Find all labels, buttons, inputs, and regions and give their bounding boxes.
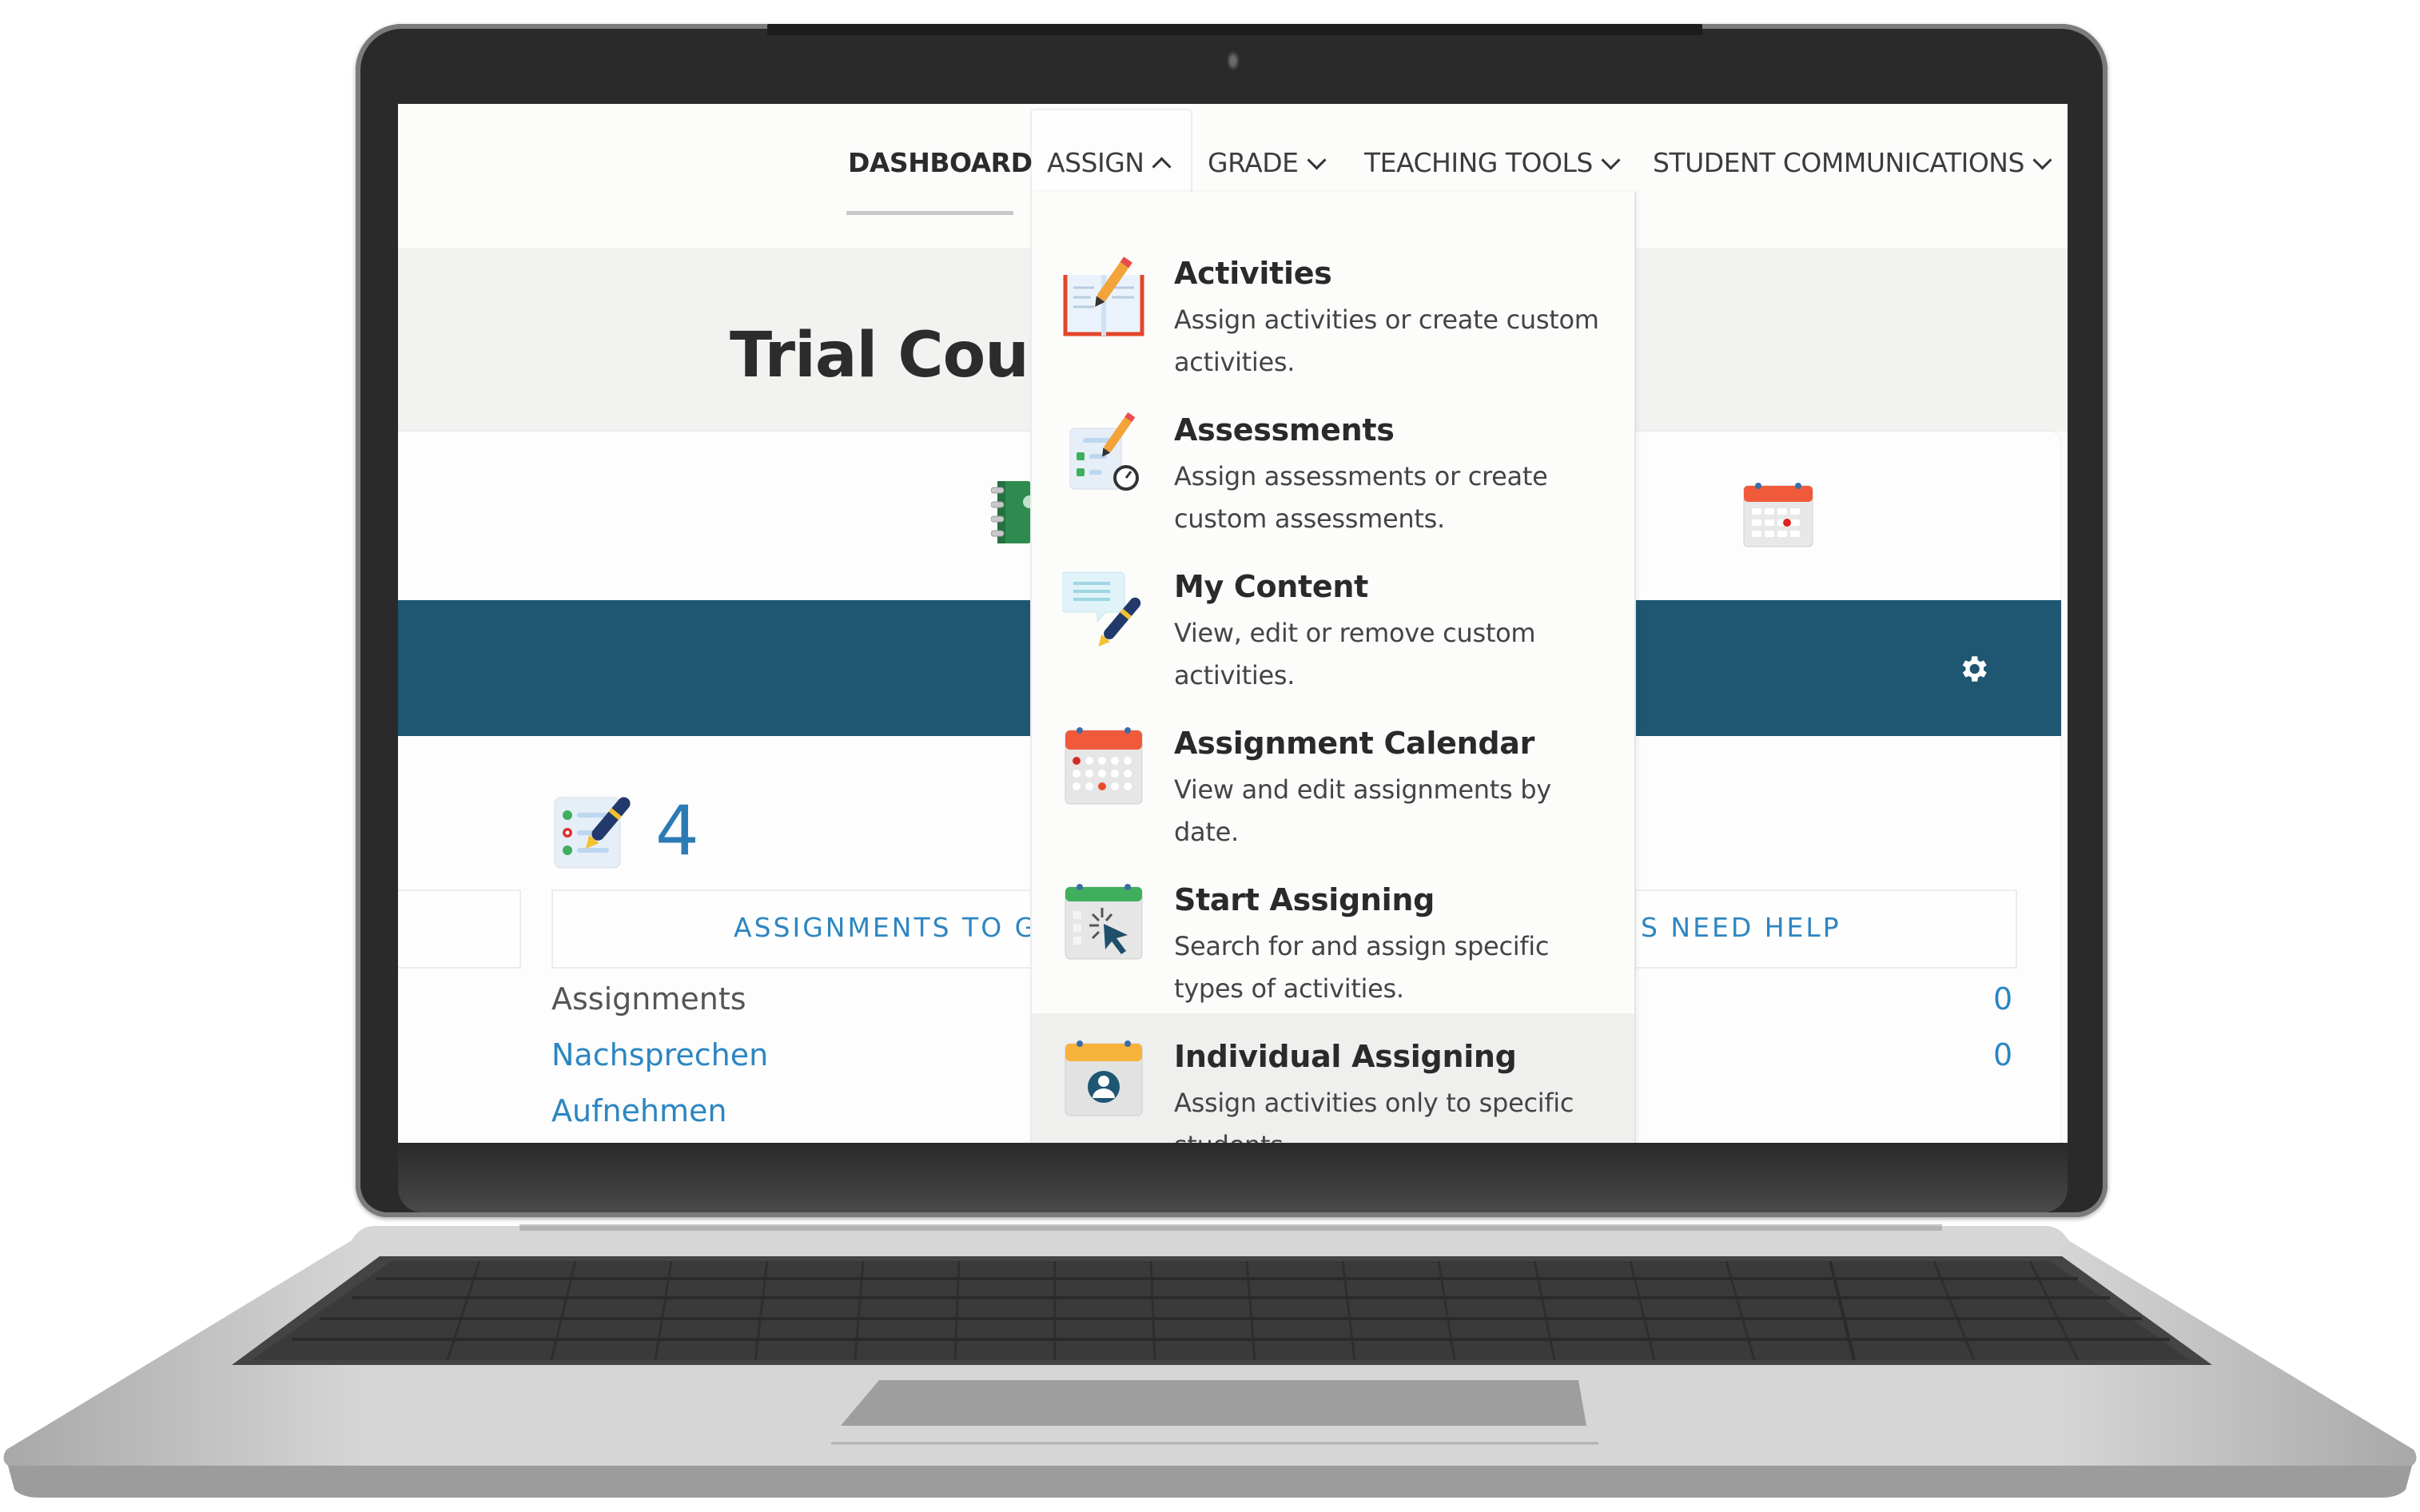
- checklist-timer-icon: [1069, 412, 1139, 491]
- menu-item-title: Assignment Calendar: [1174, 726, 1535, 761]
- menu-item-start-assigning[interactable]: Start Assigning Search for and assign sp…: [1032, 857, 1634, 1013]
- menu-item-description: Search for and assign specific types of …: [1174, 931, 1550, 1004]
- touchpad: [841, 1380, 1586, 1426]
- assignment-link[interactable]: Nachsprechen: [551, 1037, 768, 1072]
- menu-item-individual-assigning[interactable]: Individual Assigning Assign activities o…: [1032, 1013, 1634, 1143]
- menu-item-activities[interactable]: Activities Assign activities or create c…: [1032, 230, 1634, 387]
- nav-assign[interactable]: ASSIGN: [1047, 139, 1172, 187]
- screen: Trial Cours 4 ASSIGNMENTS TO GR S NEED H…: [398, 104, 2068, 1143]
- nav-grade-label: GRADE: [1208, 147, 1299, 178]
- menu-item-description: View, edit or remove custom activities.: [1174, 618, 1536, 690]
- stats-tab-left[interactable]: [398, 889, 521, 969]
- speech-bubble-pen-icon: [1062, 571, 1141, 647]
- calendar-icon[interactable]: [1742, 479, 1816, 548]
- active-tab-underline: [846, 211, 1013, 215]
- menu-item-title: Individual Assigning: [1174, 1039, 1517, 1074]
- menu-item-title: Activities: [1174, 256, 1332, 291]
- checklist-pen-icon: [554, 797, 631, 869]
- menu-item-description: Assign assessments or create custom asse…: [1174, 461, 1548, 534]
- assignments-list-header: Assignments: [551, 981, 746, 1017]
- nav-teaching-tools-label: TEACHING TOOLS: [1364, 147, 1593, 178]
- keyboard: [252, 1261, 2190, 1360]
- calendar-icon: [1065, 727, 1143, 805]
- menu-item-assessments[interactable]: Assessments Assign assessments or create…: [1032, 387, 1634, 543]
- nav-student-communications-label: STUDENT COMMUNICATIONS: [1653, 147, 2024, 178]
- tab-students-need-help[interactable]: S NEED HELP: [1641, 889, 1841, 965]
- notebook-icon[interactable]: [991, 479, 1031, 545]
- menu-item-description: Assign activities only to specific stude…: [1174, 1088, 1574, 1143]
- assign-dropdown-menu: Activities Assign activities or create c…: [1030, 192, 1636, 1143]
- webcam-icon: [1226, 50, 1240, 72]
- chevron-down-icon: [1306, 150, 1327, 170]
- laptop-bezel-bottom: [398, 1144, 2068, 1212]
- menu-item-title: Assessments: [1174, 412, 1395, 448]
- assignment-count[interactable]: 0: [1993, 981, 2012, 1017]
- nav-teaching-tools[interactable]: TEACHING TOOLS: [1364, 139, 1621, 187]
- chevron-down-icon: [1601, 150, 1621, 170]
- tab-assignments-to-grade[interactable]: ASSIGNMENTS TO GR: [734, 889, 1058, 965]
- nav-assign-label: ASSIGN: [1047, 147, 1144, 178]
- menu-item-description: Assign activities or create custom activ…: [1174, 304, 1599, 377]
- nav-grade[interactable]: GRADE: [1208, 139, 1327, 187]
- nav-dashboard-label: DASHBOARD: [848, 147, 1033, 178]
- nav-dashboard[interactable]: DASHBOARD: [848, 139, 1033, 187]
- menu-item-my-content[interactable]: My Content View, edit or remove custom a…: [1032, 543, 1634, 700]
- gear-icon[interactable]: [1956, 652, 1990, 686]
- chevron-down-icon: [2032, 150, 2052, 170]
- calendar-cursor-icon: [1065, 884, 1143, 960]
- open-book-pencil-icon: [1063, 257, 1144, 336]
- menu-item-title: My Content: [1174, 569, 1369, 604]
- calendar-user-icon: [1065, 1040, 1143, 1116]
- assignment-count[interactable]: 0: [1993, 1037, 2012, 1072]
- chevron-up-icon: [1152, 157, 1172, 177]
- nav-student-communications[interactable]: STUDENT COMMUNICATIONS: [1653, 139, 2052, 187]
- laptop-base: [3, 1224, 2417, 1498]
- assignment-link[interactable]: Aufnehmen: [551, 1093, 726, 1128]
- menu-item-description: View and edit assignments by date.: [1174, 774, 1551, 847]
- menu-item-title: Start Assigning: [1174, 882, 1435, 917]
- assignments-count: 4: [655, 791, 699, 871]
- laptop-lid-top-edge: [767, 24, 1702, 35]
- menu-item-assignment-calendar[interactable]: Assignment Calendar View and edit assign…: [1032, 700, 1634, 857]
